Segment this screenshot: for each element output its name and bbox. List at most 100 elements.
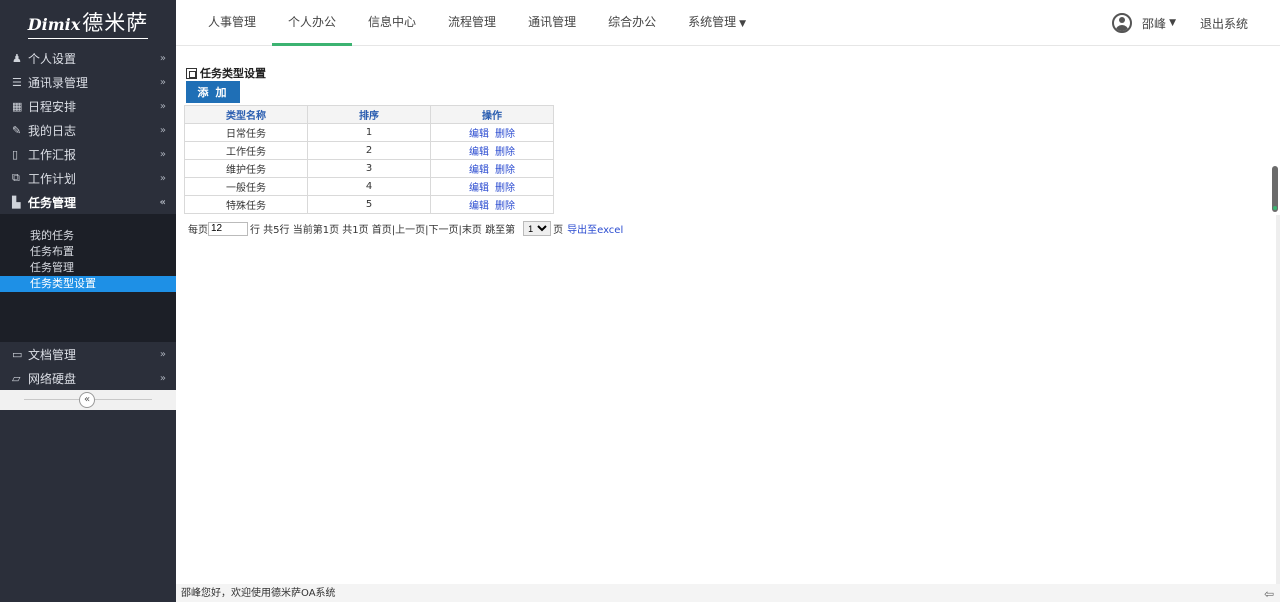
sidebar-item-label: 文档管理: [28, 347, 77, 362]
page-select[interactable]: 1: [523, 221, 552, 236]
tab-system[interactable]: 系统管理 ▼: [672, 0, 762, 46]
sidebar-item-label: 个人设置: [28, 51, 77, 66]
page-title-text: 任务类型设置: [200, 67, 266, 80]
tab-workflow[interactable]: 流程管理: [432, 0, 512, 46]
edit-link[interactable]: 编辑: [469, 147, 489, 158]
tab-label: 个人办公: [288, 15, 337, 29]
task-icon: ▙: [12, 195, 21, 209]
tab-label: 人事管理: [208, 15, 257, 29]
logout-link[interactable]: 退出系统: [1200, 15, 1248, 32]
sidebar-item-personal-settings[interactable]: ♟ 个人设置 »: [0, 46, 176, 70]
column-header-type-name[interactable]: 类型名称: [184, 105, 308, 124]
column-header-order[interactable]: 排序: [307, 105, 431, 124]
chevron-down-icon: »: [159, 76, 166, 88]
chevron-up-icon: «: [159, 196, 166, 208]
sidebar-item-label: 我的日志: [28, 123, 77, 138]
type-name-cell: 日常任务: [184, 123, 308, 142]
delete-link[interactable]: 删除: [495, 183, 515, 194]
add-button[interactable]: 添 加: [186, 81, 240, 103]
nav-tabs: 人事管理 个人办公 信息中心 流程管理 通讯管理 综合办公 系统管理 ▼: [192, 0, 762, 46]
sidebar-subitem-assign-task[interactable]: 任务布置: [0, 244, 176, 260]
app-logo: Dimix 德米萨: [0, 0, 176, 46]
per-page-label: 每页: [188, 225, 208, 236]
delete-link[interactable]: 删除: [495, 165, 515, 176]
sidebar-item-work-report[interactable]: ▯ 工作汇报 »: [0, 142, 176, 166]
tab-personal-office[interactable]: 个人办公: [272, 0, 353, 46]
delete-link[interactable]: 删除: [495, 129, 515, 140]
chevron-down-icon: »: [159, 124, 166, 136]
page-title: 任务类型设置: [186, 65, 266, 81]
caret-down-icon[interactable]: ▼: [1169, 18, 1176, 28]
tab-hr[interactable]: 人事管理: [192, 0, 272, 46]
type-name-cell: 维护任务: [184, 159, 308, 178]
pagination-bar: 每页 行 共5行 当前第1页 共1页 首页|上一页|下一页|末页 跳至第 1 页…: [188, 221, 623, 236]
chevron-down-icon: »: [159, 372, 166, 384]
sidebar-item-schedule[interactable]: ▦ 日程安排 »: [0, 94, 176, 118]
caret-down-icon: ▼: [739, 19, 747, 29]
collapse-sidebar-icon[interactable]: «: [79, 392, 95, 408]
status-footer: 邵峰您好，欢迎使用德米萨OA系统 ⇦: [176, 584, 1280, 602]
table-row: 特殊任务 5 编辑 删除: [184, 195, 554, 214]
edit-link[interactable]: 编辑: [469, 129, 489, 140]
folder-open-icon: ▱: [12, 371, 21, 385]
sidebar-item-task-management[interactable]: ▙ 任务管理 «: [0, 190, 176, 214]
pencil-icon: ✎: [12, 123, 22, 137]
scroll-indicator: [1273, 206, 1277, 210]
delete-link[interactable]: 删除: [495, 147, 515, 158]
logo-en-text: Dimix: [27, 15, 81, 34]
table-row: 维护任务 3 编辑 删除: [184, 159, 554, 178]
edit-link[interactable]: 编辑: [469, 183, 489, 194]
sidebar-item-my-log[interactable]: ✎ 我的日志 »: [0, 118, 176, 142]
right-edge-panel: [1276, 215, 1280, 585]
top-nav: 人事管理 个人办公 信息中心 流程管理 通讯管理 综合办公 系统管理 ▼ 邵峰 ▼…: [176, 0, 1280, 46]
sidebar-item-label: 工作汇报: [28, 147, 77, 162]
order-cell: 1: [307, 123, 431, 142]
welcome-text: 邵峰您好，欢迎使用德米萨OA系统: [181, 588, 336, 599]
sidebar-item-work-plan[interactable]: ⧉ 工作计划 »: [0, 166, 176, 190]
list-icon: ☰: [12, 75, 22, 89]
tab-label: 流程管理: [448, 15, 497, 29]
chevron-down-icon: »: [159, 172, 166, 184]
type-name-cell: 一般任务: [184, 177, 308, 196]
tab-label: 综合办公: [608, 15, 657, 29]
fold-icon[interactable]: ⇦: [1264, 584, 1274, 602]
sidebar-item-label: 任务管理: [28, 195, 77, 210]
sidebar: ♟ 个人设置 » ☰ 通讯录管理 » ▦ 日程安排 » ✎ 我的日志 » ▯ 工…: [0, 46, 176, 602]
sidebar-subitem-my-tasks[interactable]: 我的任务: [0, 228, 176, 244]
delete-link[interactable]: 删除: [495, 201, 515, 212]
tab-label: 通讯管理: [528, 15, 577, 29]
user-area: 邵峰 ▼ 退出系统: [1112, 0, 1248, 46]
table-row: 日常任务 1 编辑 删除: [184, 123, 554, 142]
sidebar-item-documents[interactable]: ▭ 文档管理 »: [0, 342, 176, 366]
actions-cell: 编辑 删除: [430, 159, 554, 178]
pager-summary: 行 共5行 当前第1页 共1页 首页|上一页|下一页|末页 跳至第: [250, 225, 516, 236]
tab-general-office[interactable]: 综合办公: [592, 0, 672, 46]
user-name[interactable]: 邵峰: [1142, 15, 1166, 32]
per-page-input[interactable]: [208, 221, 248, 236]
tab-label: 信息中心: [368, 15, 417, 29]
sidebar-item-contacts[interactable]: ☰ 通讯录管理 »: [0, 70, 176, 94]
sidebar-subitem-task-type-settings[interactable]: 任务类型设置: [0, 276, 176, 292]
table-header-row: 类型名称 排序 操作: [184, 105, 554, 124]
sidebar-item-label: 通讯录管理: [28, 75, 89, 90]
sidebar-item-label: 日程安排: [28, 99, 77, 114]
tab-info-center[interactable]: 信息中心: [352, 0, 432, 46]
avatar[interactable]: [1112, 13, 1133, 33]
panel-icon: [186, 67, 197, 79]
export-excel-link[interactable]: 导出至excel: [567, 221, 623, 236]
type-name-cell: 工作任务: [184, 141, 308, 160]
tab-communication[interactable]: 通讯管理: [512, 0, 592, 46]
edit-link[interactable]: 编辑: [469, 201, 489, 212]
order-cell: 3: [307, 159, 431, 178]
task-submenu: 我的任务 任务布置 任务管理 任务类型设置: [0, 214, 176, 342]
document-icon: ▯: [12, 147, 19, 161]
type-name-cell: 特殊任务: [184, 195, 308, 214]
sidebar-item-network-disk[interactable]: ▱ 网络硬盘 »: [0, 366, 176, 390]
order-cell: 2: [307, 141, 431, 160]
edit-link[interactable]: 编辑: [469, 165, 489, 176]
copy-icon: ⧉: [12, 171, 20, 184]
tab-label: 系统管理: [688, 15, 737, 29]
sidebar-subitem-task-management[interactable]: 任务管理: [0, 260, 176, 276]
column-header-actions: 操作: [430, 105, 554, 124]
main-content: 任务类型设置 添 加 类型名称 排序 操作 日常任务 1 编辑 删除 工作任务 2…: [176, 46, 1280, 584]
